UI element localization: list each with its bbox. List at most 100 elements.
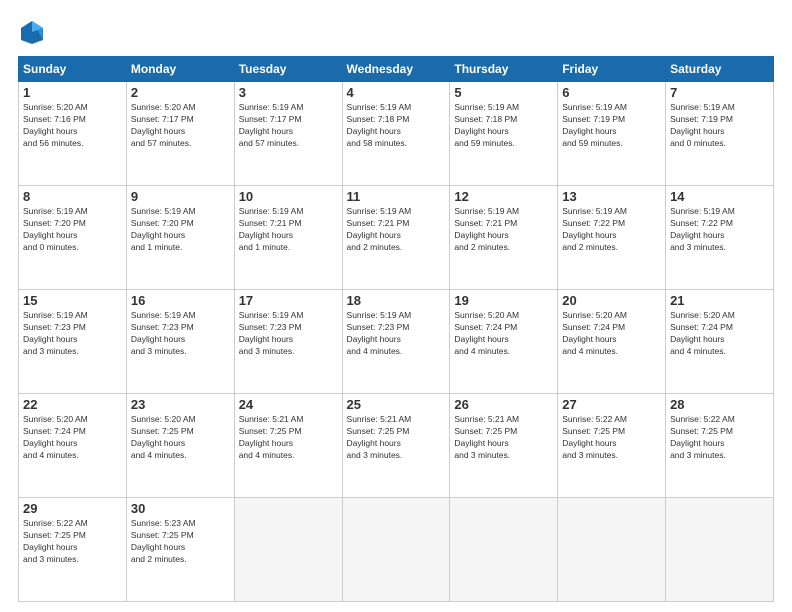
cell-info: Sunrise: 5:19 AMSunset: 7:23 PMDaylight …: [23, 310, 122, 358]
calendar-cell: 29 Sunrise: 5:22 AMSunset: 7:25 PMDayligh…: [19, 498, 127, 602]
cell-info: Sunrise: 5:20 AMSunset: 7:24 PMDaylight …: [23, 414, 122, 462]
cell-info: Sunrise: 5:19 AMSunset: 7:22 PMDaylight …: [670, 206, 769, 254]
calendar-cell: 5 Sunrise: 5:19 AMSunset: 7:18 PMDaylight…: [450, 82, 558, 186]
day-number: 7: [670, 85, 769, 100]
calendar-cell: 18 Sunrise: 5:19 AMSunset: 7:23 PMDayligh…: [342, 290, 450, 394]
cell-info: Sunrise: 5:21 AMSunset: 7:25 PMDaylight …: [347, 414, 446, 462]
calendar-week-row: 1 Sunrise: 5:20 AMSunset: 7:16 PMDaylight…: [19, 82, 774, 186]
calendar-cell: 27 Sunrise: 5:22 AMSunset: 7:25 PMDayligh…: [558, 394, 666, 498]
calendar-cell: 23 Sunrise: 5:20 AMSunset: 7:25 PMDayligh…: [126, 394, 234, 498]
calendar-cell: 6Sunrise: 5:19 AMSunset: 7:19 PMDaylight…: [558, 82, 666, 186]
cell-info: Sunrise: 5:19 AMSunset: 7:18 PMDaylight …: [454, 102, 553, 150]
calendar-cell: 3 Sunrise: 5:19 AMSunset: 7:17 PMDaylight…: [234, 82, 342, 186]
cell-info: Sunrise: 5:21 AMSunset: 7:25 PMDaylight …: [454, 414, 553, 462]
calendar-cell: 1 Sunrise: 5:20 AMSunset: 7:16 PMDaylight…: [19, 82, 127, 186]
day-number: 17: [239, 293, 338, 308]
calendar-cell: 19Sunrise: 5:20 AMSunset: 7:24 PMDayligh…: [450, 290, 558, 394]
weekday-header: Saturday: [666, 57, 774, 82]
cell-info: Sunrise: 5:20 AMSunset: 7:24 PMDaylight …: [670, 310, 769, 358]
day-number: 27: [562, 397, 661, 412]
page: SundayMondayTuesdayWednesdayThursdayFrid…: [0, 0, 792, 612]
calendar-cell: 22 Sunrise: 5:20 AMSunset: 7:24 PMDayligh…: [19, 394, 127, 498]
calendar-cell: [666, 498, 774, 602]
calendar-cell: 13 Sunrise: 5:19 AMSunset: 7:22 PMDayligh…: [558, 186, 666, 290]
cell-info: Sunrise: 5:19 AMSunset: 7:17 PMDaylight …: [239, 102, 338, 150]
cell-info: Sunrise: 5:20 AMSunset: 7:24 PMDaylight …: [562, 310, 661, 358]
cell-info: Sunrise: 5:21 AMSunset: 7:25 PMDaylight …: [239, 414, 338, 462]
cell-info: Sunrise: 5:20 AMSunset: 7:16 PMDaylight …: [23, 102, 122, 150]
calendar-cell: 21 Sunrise: 5:20 AMSunset: 7:24 PMDayligh…: [666, 290, 774, 394]
day-number: 9: [131, 189, 230, 204]
logo-icon: [18, 18, 46, 46]
calendar-cell: 20Sunrise: 5:20 AMSunset: 7:24 PMDayligh…: [558, 290, 666, 394]
calendar-cell: 14 Sunrise: 5:19 AMSunset: 7:22 PMDayligh…: [666, 186, 774, 290]
calendar-cell: 7 Sunrise: 5:19 AMSunset: 7:19 PMDaylight…: [666, 82, 774, 186]
calendar-cell: 24Sunrise: 5:21 AMSunset: 7:25 PMDayligh…: [234, 394, 342, 498]
calendar-cell: 28 Sunrise: 5:22 AMSunset: 7:25 PMDayligh…: [666, 394, 774, 498]
calendar-cell: [558, 498, 666, 602]
calendar-cell: 4Sunrise: 5:19 AMSunset: 7:18 PMDaylight…: [342, 82, 450, 186]
day-number: 22: [23, 397, 122, 412]
calendar-cell: 11Sunrise: 5:19 AMSunset: 7:21 PMDayligh…: [342, 186, 450, 290]
cell-info: Sunrise: 5:19 AMSunset: 7:21 PMDaylight …: [347, 206, 446, 254]
calendar-cell: 9 Sunrise: 5:19 AMSunset: 7:20 PMDaylight…: [126, 186, 234, 290]
day-number: 26: [454, 397, 553, 412]
day-number: 12: [454, 189, 553, 204]
calendar-week-row: 29 Sunrise: 5:22 AMSunset: 7:25 PMDayligh…: [19, 498, 774, 602]
day-number: 28: [670, 397, 769, 412]
cell-info: Sunrise: 5:22 AMSunset: 7:25 PMDaylight …: [23, 518, 122, 566]
cell-info: Sunrise: 5:19 AMSunset: 7:23 PMDaylight …: [347, 310, 446, 358]
day-number: 10: [239, 189, 338, 204]
day-number: 14: [670, 189, 769, 204]
calendar-cell: [450, 498, 558, 602]
weekday-header: Monday: [126, 57, 234, 82]
cell-info: Sunrise: 5:19 AMSunset: 7:23 PMDaylight …: [239, 310, 338, 358]
calendar-week-row: 15 Sunrise: 5:19 AMSunset: 7:23 PMDayligh…: [19, 290, 774, 394]
calendar-cell: [342, 498, 450, 602]
day-number: 15: [23, 293, 122, 308]
cell-info: Sunrise: 5:22 AMSunset: 7:25 PMDaylight …: [562, 414, 661, 462]
day-number: 29: [23, 501, 122, 516]
calendar-cell: 16Sunrise: 5:19 AMSunset: 7:23 PMDayligh…: [126, 290, 234, 394]
weekday-header: Sunday: [19, 57, 127, 82]
day-number: 1: [23, 85, 122, 100]
cell-info: Sunrise: 5:19 AMSunset: 7:20 PMDaylight …: [23, 206, 122, 254]
calendar-cell: 8 Sunrise: 5:19 AMSunset: 7:20 PMDaylight…: [19, 186, 127, 290]
cell-info: Sunrise: 5:19 AMSunset: 7:19 PMDaylight …: [670, 102, 769, 150]
cell-info: Sunrise: 5:20 AMSunset: 7:17 PMDaylight …: [131, 102, 230, 150]
calendar-cell: 2 Sunrise: 5:20 AMSunset: 7:17 PMDaylight…: [126, 82, 234, 186]
calendar-cell: 12Sunrise: 5:19 AMSunset: 7:21 PMDayligh…: [450, 186, 558, 290]
calendar-cell: 10 Sunrise: 5:19 AMSunset: 7:21 PMDayligh…: [234, 186, 342, 290]
calendar-cell: 15 Sunrise: 5:19 AMSunset: 7:23 PMDayligh…: [19, 290, 127, 394]
weekday-header: Friday: [558, 57, 666, 82]
calendar-week-row: 22 Sunrise: 5:20 AMSunset: 7:24 PMDayligh…: [19, 394, 774, 498]
cell-info: Sunrise: 5:19 AMSunset: 7:22 PMDaylight …: [562, 206, 661, 254]
cell-info: Sunrise: 5:19 AMSunset: 7:18 PMDaylight …: [347, 102, 446, 150]
calendar-table: SundayMondayTuesdayWednesdayThursdayFrid…: [18, 56, 774, 602]
cell-info: Sunrise: 5:19 AMSunset: 7:20 PMDaylight …: [131, 206, 230, 254]
cell-info: Sunrise: 5:19 AMSunset: 7:21 PMDaylight …: [239, 206, 338, 254]
day-number: 25: [347, 397, 446, 412]
weekday-header: Tuesday: [234, 57, 342, 82]
calendar-cell: 25 Sunrise: 5:21 AMSunset: 7:25 PMDayligh…: [342, 394, 450, 498]
cell-info: Sunrise: 5:22 AMSunset: 7:25 PMDaylight …: [670, 414, 769, 462]
calendar-cell: 30 Sunrise: 5:23 AMSunset: 7:25 PMDayligh…: [126, 498, 234, 602]
day-number: 13: [562, 189, 661, 204]
day-number: 2: [131, 85, 230, 100]
day-number: 8: [23, 189, 122, 204]
weekday-header: Wednesday: [342, 57, 450, 82]
day-number: 21: [670, 293, 769, 308]
calendar-cell: [234, 498, 342, 602]
weekday-header-row: SundayMondayTuesdayWednesdayThursdayFrid…: [19, 57, 774, 82]
cell-info: Sunrise: 5:23 AMSunset: 7:25 PMDaylight …: [131, 518, 230, 566]
day-number: 16: [131, 293, 230, 308]
header: [18, 18, 774, 46]
day-number: 23: [131, 397, 230, 412]
day-number: 3: [239, 85, 338, 100]
cell-info: Sunrise: 5:20 AMSunset: 7:24 PMDaylight …: [454, 310, 553, 358]
day-number: 5: [454, 85, 553, 100]
day-number: 30: [131, 501, 230, 516]
cell-info: Sunrise: 5:20 AMSunset: 7:25 PMDaylight …: [131, 414, 230, 462]
calendar-week-row: 8 Sunrise: 5:19 AMSunset: 7:20 PMDaylight…: [19, 186, 774, 290]
day-number: 18: [347, 293, 446, 308]
